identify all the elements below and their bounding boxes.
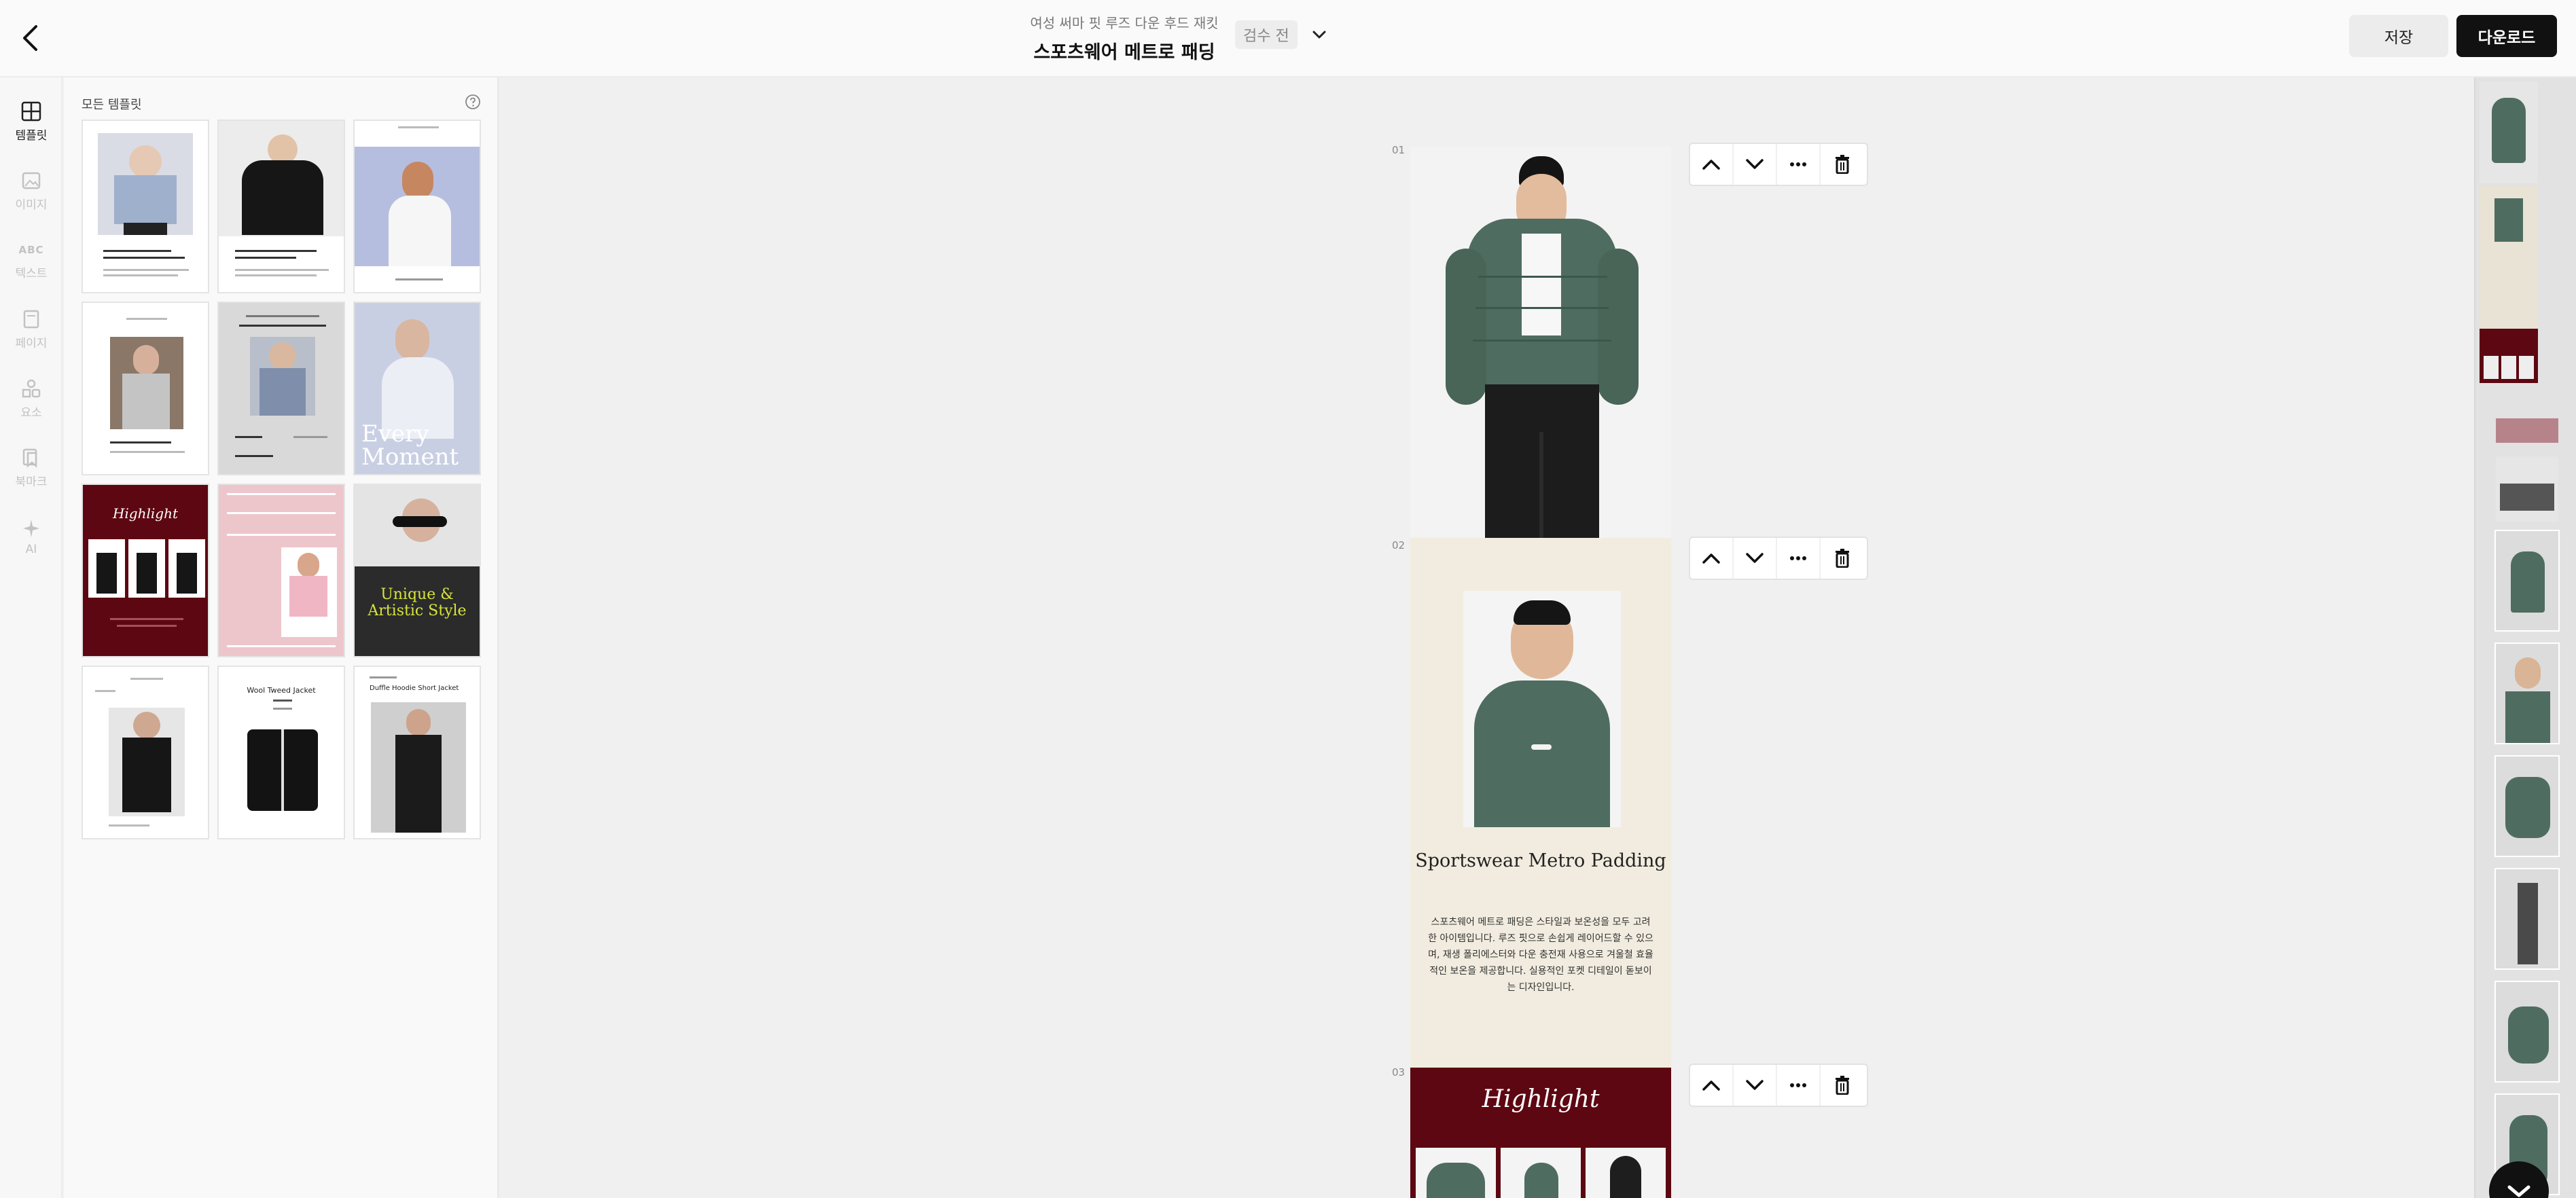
thumbnail-07[interactable] [2494, 642, 2560, 744]
template-card-3[interactable] [353, 120, 481, 293]
page-01-delete-button[interactable] [1821, 144, 1864, 185]
tool-rail: 템플릿 이미지 ABC 텍스트 페이지 요소 북마크 AI [0, 77, 62, 1198]
thumbnail-09[interactable] [2494, 868, 2560, 970]
save-button[interactable]: 저장 [2349, 15, 2448, 57]
template-card-7[interactable]: Highlight [82, 484, 209, 657]
page-number-02: 02 [1392, 539, 1406, 551]
page-02-move-up-button[interactable] [1690, 538, 1734, 579]
page-03-more-button[interactable] [1777, 1065, 1821, 1106]
rail-item-page[interactable]: 페이지 [0, 299, 62, 360]
text-abc-icon: ABC [18, 243, 44, 256]
chat-chevron-icon [2507, 1185, 2530, 1197]
thumbnail-08[interactable] [2494, 755, 2560, 857]
page-03-delete-button[interactable] [1821, 1065, 1864, 1106]
chevron-left-icon [23, 25, 37, 51]
template-panel: 모든 템플릿 Every Moment Highlight Unique & A… [64, 77, 499, 1198]
rail-item-image[interactable]: 이미지 [0, 160, 62, 221]
rail-label-page: 페이지 [15, 336, 48, 350]
trash-icon [1836, 155, 1849, 174]
download-button[interactable]: 다운로드 [2456, 15, 2557, 57]
template-card-8[interactable] [217, 484, 345, 657]
help-icon[interactable] [465, 94, 481, 110]
back-button[interactable] [15, 20, 45, 56]
page-02-move-down-button[interactable] [1734, 538, 1777, 579]
rail-label-elements: 요소 [20, 405, 42, 420]
template-card-10[interactable] [82, 666, 209, 839]
chevron-down-icon [1746, 553, 1764, 563]
template-card-2[interactable] [217, 120, 345, 293]
rail-item-text[interactable]: ABC 텍스트 [0, 230, 62, 291]
page-02-title[interactable]: Sportswear Metro Padding [1410, 850, 1671, 872]
template-card-1[interactable] [82, 120, 209, 293]
template-card-6[interactable]: Every Moment [353, 302, 481, 475]
page-02[interactable]: Sportswear Metro Padding 스포츠웨어 메트로 패딩은 스… [1410, 538, 1671, 1068]
template-9-text: Unique & Artistic Style [368, 586, 467, 619]
page-02-delete-button[interactable] [1821, 538, 1864, 579]
page-03[interactable]: Highlight [1410, 1068, 1671, 1198]
rail-label-template: 템플릿 [15, 128, 48, 143]
page-03-move-up-button[interactable] [1690, 1065, 1734, 1106]
elements-icon [22, 379, 41, 397]
thumbnail-06[interactable] [2494, 530, 2560, 632]
template-6-text: Every Moment [361, 420, 459, 471]
page-thumbnail-rail [2474, 77, 2576, 1198]
more-dots-icon [1790, 1083, 1806, 1087]
bookmark-icon [22, 448, 37, 468]
template-card-11[interactable]: Wool Tweed Jacket [217, 666, 345, 839]
status-dropdown-button[interactable] [1306, 20, 1333, 49]
ai-sparkle-icon [23, 520, 39, 537]
page-01-move-down-button[interactable] [1734, 144, 1777, 185]
page-03-toolbar [1689, 1064, 1868, 1107]
page-icon [23, 310, 39, 328]
more-dots-icon [1790, 162, 1806, 166]
template-card-5[interactable] [217, 302, 345, 475]
template-card-12[interactable]: Duffle Hoodie Short Jacket [353, 666, 481, 839]
chevron-up-icon [1702, 553, 1720, 564]
template-12-text: Duffle Hoodie Short Jacket [370, 685, 459, 692]
rail-label-text: 텍스트 [15, 266, 48, 280]
chevron-up-icon [1702, 1081, 1720, 1091]
trash-icon [1836, 549, 1849, 568]
rail-item-template[interactable]: 템플릿 [0, 91, 62, 152]
editor-canvas[interactable]: 01 02 Sportswear Metro Padding 스포츠웨어 메트로… [500, 77, 2473, 1198]
trash-icon [1836, 1076, 1849, 1095]
page-01[interactable] [1410, 147, 1671, 538]
page-03-title[interactable]: Highlight [1410, 1085, 1671, 1113]
thumbnail-05[interactable] [2494, 455, 2560, 523]
template-card-4[interactable] [82, 302, 209, 475]
template-11-text: Wool Tweed Jacket [247, 686, 316, 695]
page-number-01: 01 [1392, 144, 1406, 156]
template-card-9[interactable]: Unique & Artistic Style [353, 484, 481, 657]
rail-label-bookmark: 북마크 [15, 475, 48, 489]
rail-item-elements[interactable]: 요소 [0, 368, 62, 429]
panel-title: 모든 템플릿 [82, 98, 142, 112]
rail-item-ai[interactable]: AI [0, 507, 62, 568]
thumbnail-04[interactable] [2494, 417, 2560, 444]
template-7-text: Highlight [112, 505, 179, 522]
image-icon [22, 172, 41, 189]
rail-label-ai: AI [25, 543, 37, 556]
page-02-toolbar [1689, 537, 1868, 580]
chevron-down-icon [1746, 159, 1764, 169]
page-number-03: 03 [1392, 1066, 1406, 1078]
chevron-down-icon [1312, 31, 1326, 39]
top-header: 여성 써마 핏 루즈 다운 후드 재킷 스포츠웨어 메트로 패딩 검수 전 저장… [0, 0, 2576, 77]
chevron-down-icon [1746, 1080, 1764, 1090]
page-03-move-down-button[interactable] [1734, 1065, 1777, 1106]
chevron-up-icon [1702, 160, 1720, 170]
page-02-description[interactable]: 스포츠웨어 메트로 패딩은 스타일과 보온성을 모두 고려한 아이템입니다. 루… [1428, 914, 1653, 996]
status-badge[interactable]: 검수 전 [1235, 20, 1298, 49]
thumbnail-10[interactable] [2494, 981, 2560, 1083]
more-dots-icon [1790, 556, 1806, 560]
page-01-move-up-button[interactable] [1690, 144, 1734, 185]
page-02-more-button[interactable] [1777, 538, 1821, 579]
rail-item-bookmark[interactable]: 북마크 [0, 437, 62, 498]
rail-label-image: 이미지 [15, 198, 48, 212]
page-01-toolbar [1689, 143, 1868, 186]
template-grid-icon [21, 101, 41, 121]
page-01-more-button[interactable] [1777, 144, 1821, 185]
